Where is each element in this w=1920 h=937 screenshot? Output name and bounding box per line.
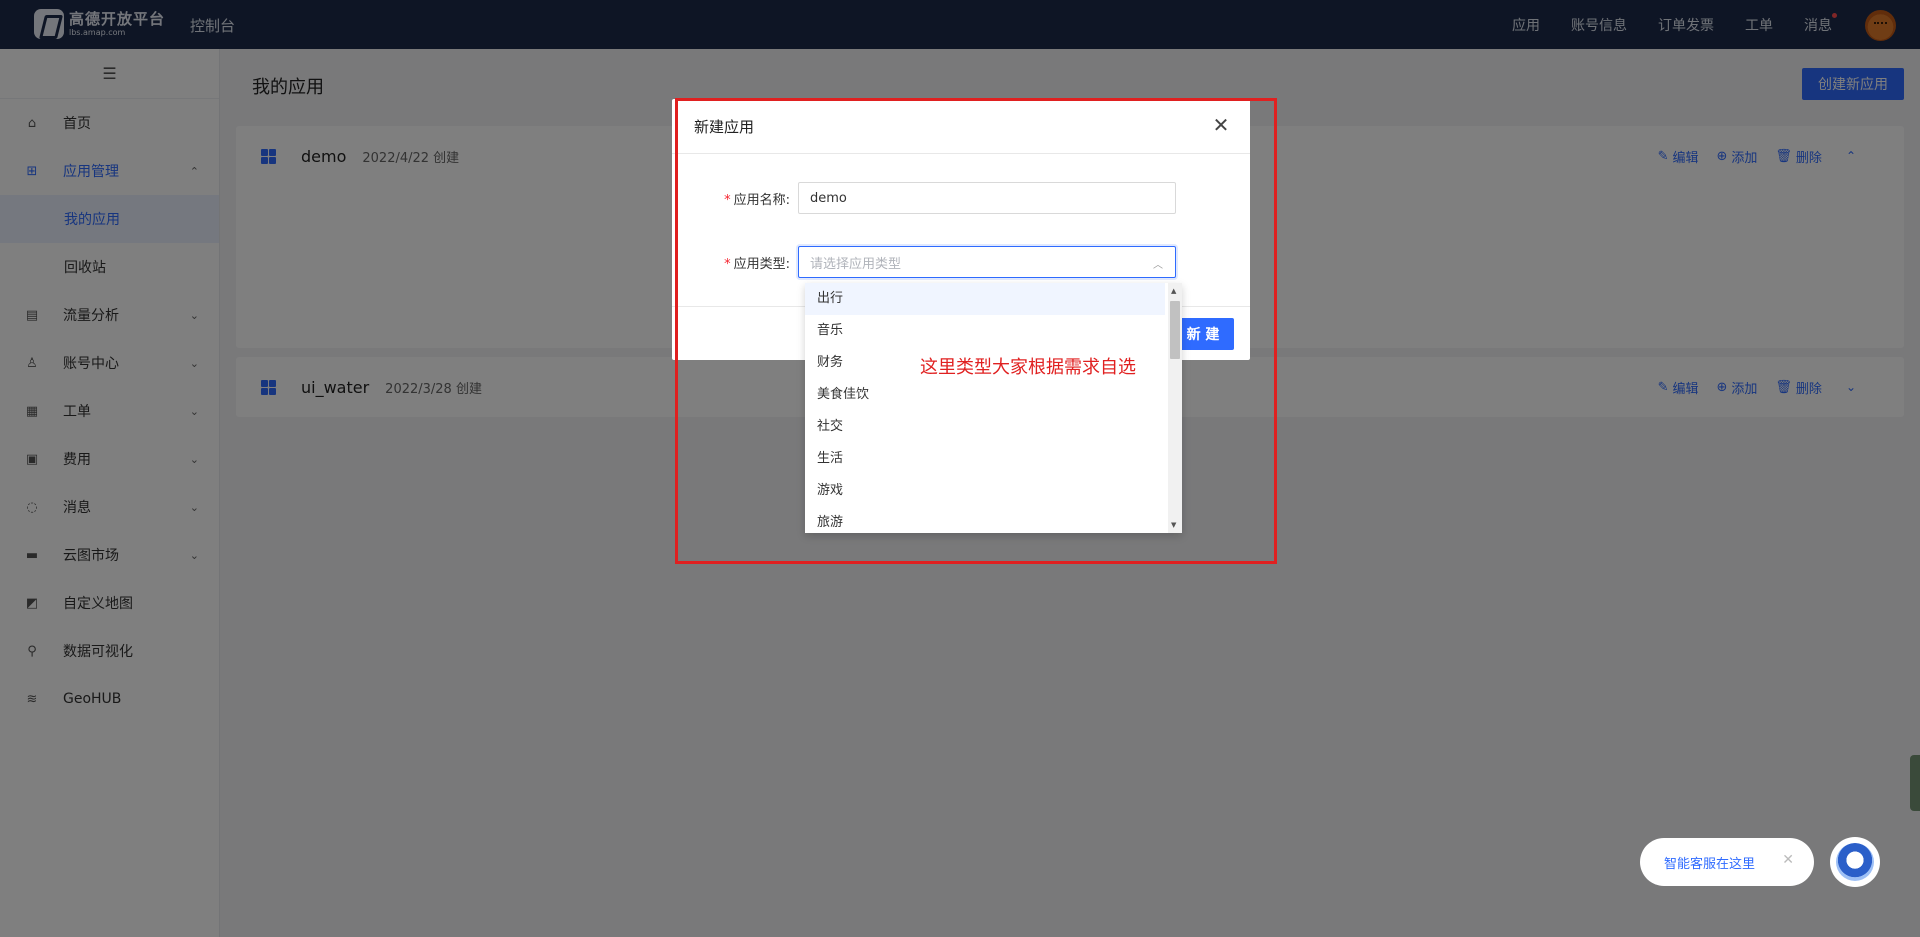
- annotation-text: 这里类型大家根据需求自选: [920, 357, 1136, 378]
- close-icon[interactable]: ✕: [1782, 852, 1794, 868]
- side-widget-tab[interactable]: [1910, 755, 1920, 811]
- assistant-label: 智能客服在这里: [1664, 856, 1756, 872]
- annotation-highlight-box: [675, 98, 1277, 564]
- assistant-avatar[interactable]: [1830, 837, 1880, 887]
- assistant-bubble[interactable]: 智能客服在这里 ✕: [1640, 838, 1814, 886]
- robot-avatar-icon: [1836, 843, 1874, 881]
